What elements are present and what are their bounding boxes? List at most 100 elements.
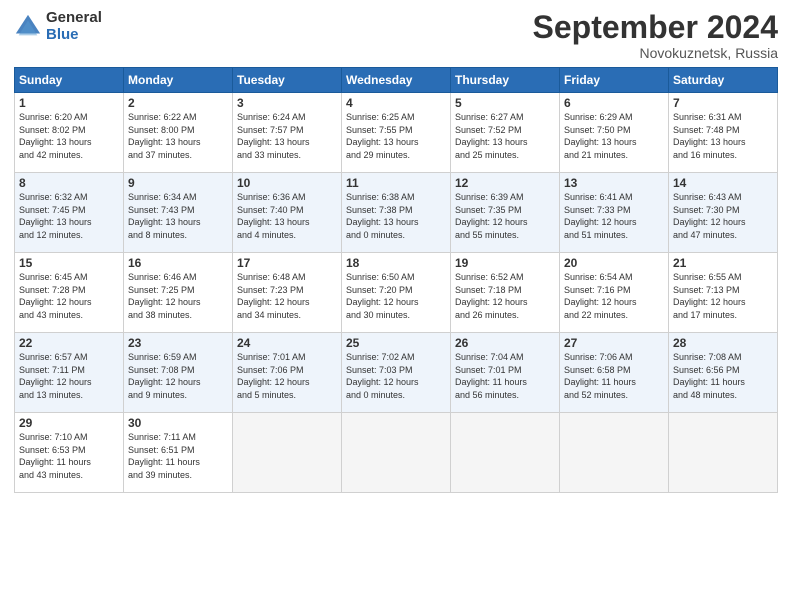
day-number: 20 <box>564 256 664 270</box>
calendar-cell: 26Sunrise: 7:04 AM Sunset: 7:01 PM Dayli… <box>451 333 560 413</box>
day-info: Sunrise: 7:02 AM Sunset: 7:03 PM Dayligh… <box>346 351 446 401</box>
day-info: Sunrise: 6:45 AM Sunset: 7:28 PM Dayligh… <box>19 271 119 321</box>
calendar-cell: 17Sunrise: 6:48 AM Sunset: 7:23 PM Dayli… <box>233 253 342 333</box>
day-number: 2 <box>128 96 228 110</box>
day-info: Sunrise: 6:24 AM Sunset: 7:57 PM Dayligh… <box>237 111 337 161</box>
day-number: 21 <box>673 256 773 270</box>
logo: General Blue <box>14 10 102 43</box>
calendar-cell: 21Sunrise: 6:55 AM Sunset: 7:13 PM Dayli… <box>669 253 778 333</box>
day-info: Sunrise: 6:31 AM Sunset: 7:48 PM Dayligh… <box>673 111 773 161</box>
day-number: 1 <box>19 96 119 110</box>
day-number: 5 <box>455 96 555 110</box>
calendar-week-row: 15Sunrise: 6:45 AM Sunset: 7:28 PM Dayli… <box>15 253 778 333</box>
calendar-cell: 12Sunrise: 6:39 AM Sunset: 7:35 PM Dayli… <box>451 173 560 253</box>
location: Novokuznetsk, Russia <box>533 45 778 61</box>
calendar-cell: 5Sunrise: 6:27 AM Sunset: 7:52 PM Daylig… <box>451 93 560 173</box>
day-info: Sunrise: 6:25 AM Sunset: 7:55 PM Dayligh… <box>346 111 446 161</box>
calendar-cell: 7Sunrise: 6:31 AM Sunset: 7:48 PM Daylig… <box>669 93 778 173</box>
weekday-header-thursday: Thursday <box>451 68 560 93</box>
calendar-cell: 15Sunrise: 6:45 AM Sunset: 7:28 PM Dayli… <box>15 253 124 333</box>
logo-icon <box>14 13 42 41</box>
calendar-week-row: 8Sunrise: 6:32 AM Sunset: 7:45 PM Daylig… <box>15 173 778 253</box>
day-number: 16 <box>128 256 228 270</box>
weekday-header-friday: Friday <box>560 68 669 93</box>
calendar-cell <box>342 413 451 493</box>
calendar-cell: 20Sunrise: 6:54 AM Sunset: 7:16 PM Dayli… <box>560 253 669 333</box>
calendar-cell: 30Sunrise: 7:11 AM Sunset: 6:51 PM Dayli… <box>124 413 233 493</box>
calendar-cell: 22Sunrise: 6:57 AM Sunset: 7:11 PM Dayli… <box>15 333 124 413</box>
calendar-cell: 8Sunrise: 6:32 AM Sunset: 7:45 PM Daylig… <box>15 173 124 253</box>
calendar-cell: 10Sunrise: 6:36 AM Sunset: 7:40 PM Dayli… <box>233 173 342 253</box>
calendar-table: SundayMondayTuesdayWednesdayThursdayFrid… <box>14 67 778 493</box>
day-info: Sunrise: 6:54 AM Sunset: 7:16 PM Dayligh… <box>564 271 664 321</box>
day-number: 19 <box>455 256 555 270</box>
calendar-cell: 23Sunrise: 6:59 AM Sunset: 7:08 PM Dayli… <box>124 333 233 413</box>
calendar-cell: 14Sunrise: 6:43 AM Sunset: 7:30 PM Dayli… <box>669 173 778 253</box>
day-info: Sunrise: 6:32 AM Sunset: 7:45 PM Dayligh… <box>19 191 119 241</box>
calendar-cell: 1Sunrise: 6:20 AM Sunset: 8:02 PM Daylig… <box>15 93 124 173</box>
weekday-header-tuesday: Tuesday <box>233 68 342 93</box>
calendar-cell <box>669 413 778 493</box>
calendar-cell: 24Sunrise: 7:01 AM Sunset: 7:06 PM Dayli… <box>233 333 342 413</box>
logo-blue-text: Blue <box>46 27 102 44</box>
day-number: 11 <box>346 176 446 190</box>
calendar-cell: 2Sunrise: 6:22 AM Sunset: 8:00 PM Daylig… <box>124 93 233 173</box>
day-number: 29 <box>19 416 119 430</box>
day-number: 13 <box>564 176 664 190</box>
calendar-cell: 6Sunrise: 6:29 AM Sunset: 7:50 PM Daylig… <box>560 93 669 173</box>
day-info: Sunrise: 7:01 AM Sunset: 7:06 PM Dayligh… <box>237 351 337 401</box>
calendar-cell: 28Sunrise: 7:08 AM Sunset: 6:56 PM Dayli… <box>669 333 778 413</box>
day-info: Sunrise: 6:36 AM Sunset: 7:40 PM Dayligh… <box>237 191 337 241</box>
day-info: Sunrise: 6:46 AM Sunset: 7:25 PM Dayligh… <box>128 271 228 321</box>
day-number: 23 <box>128 336 228 350</box>
weekday-header-sunday: Sunday <box>15 68 124 93</box>
day-info: Sunrise: 6:52 AM Sunset: 7:18 PM Dayligh… <box>455 271 555 321</box>
calendar-cell: 9Sunrise: 6:34 AM Sunset: 7:43 PM Daylig… <box>124 173 233 253</box>
title-section: September 2024 Novokuznetsk, Russia <box>533 10 778 61</box>
day-number: 8 <box>19 176 119 190</box>
calendar-cell: 4Sunrise: 6:25 AM Sunset: 7:55 PM Daylig… <box>342 93 451 173</box>
day-info: Sunrise: 6:57 AM Sunset: 7:11 PM Dayligh… <box>19 351 119 401</box>
calendar-cell <box>560 413 669 493</box>
day-info: Sunrise: 7:06 AM Sunset: 6:58 PM Dayligh… <box>564 351 664 401</box>
day-info: Sunrise: 6:29 AM Sunset: 7:50 PM Dayligh… <box>564 111 664 161</box>
calendar-cell: 11Sunrise: 6:38 AM Sunset: 7:38 PM Dayli… <box>342 173 451 253</box>
day-info: Sunrise: 7:10 AM Sunset: 6:53 PM Dayligh… <box>19 431 119 481</box>
calendar-week-row: 1Sunrise: 6:20 AM Sunset: 8:02 PM Daylig… <box>15 93 778 173</box>
day-number: 10 <box>237 176 337 190</box>
header: General Blue September 2024 Novokuznetsk… <box>14 10 778 61</box>
day-number: 15 <box>19 256 119 270</box>
calendar-cell: 18Sunrise: 6:50 AM Sunset: 7:20 PM Dayli… <box>342 253 451 333</box>
day-info: Sunrise: 6:20 AM Sunset: 8:02 PM Dayligh… <box>19 111 119 161</box>
calendar-cell: 29Sunrise: 7:10 AM Sunset: 6:53 PM Dayli… <box>15 413 124 493</box>
calendar-week-row: 22Sunrise: 6:57 AM Sunset: 7:11 PM Dayli… <box>15 333 778 413</box>
day-info: Sunrise: 6:27 AM Sunset: 7:52 PM Dayligh… <box>455 111 555 161</box>
day-number: 30 <box>128 416 228 430</box>
calendar-cell <box>451 413 560 493</box>
day-info: Sunrise: 6:34 AM Sunset: 7:43 PM Dayligh… <box>128 191 228 241</box>
day-number: 7 <box>673 96 773 110</box>
weekday-header-saturday: Saturday <box>669 68 778 93</box>
day-info: Sunrise: 6:43 AM Sunset: 7:30 PM Dayligh… <box>673 191 773 241</box>
day-number: 27 <box>564 336 664 350</box>
calendar-week-row: 29Sunrise: 7:10 AM Sunset: 6:53 PM Dayli… <box>15 413 778 493</box>
day-info: Sunrise: 7:11 AM Sunset: 6:51 PM Dayligh… <box>128 431 228 481</box>
day-number: 18 <box>346 256 446 270</box>
day-number: 3 <box>237 96 337 110</box>
day-number: 17 <box>237 256 337 270</box>
day-number: 14 <box>673 176 773 190</box>
weekday-header-row: SundayMondayTuesdayWednesdayThursdayFrid… <box>15 68 778 93</box>
calendar-cell: 3Sunrise: 6:24 AM Sunset: 7:57 PM Daylig… <box>233 93 342 173</box>
day-info: Sunrise: 6:50 AM Sunset: 7:20 PM Dayligh… <box>346 271 446 321</box>
weekday-header-monday: Monday <box>124 68 233 93</box>
day-number: 26 <box>455 336 555 350</box>
day-number: 9 <box>128 176 228 190</box>
page-container: General Blue September 2024 Novokuznetsk… <box>0 0 792 501</box>
day-info: Sunrise: 6:48 AM Sunset: 7:23 PM Dayligh… <box>237 271 337 321</box>
month-title: September 2024 <box>533 10 778 45</box>
calendar-cell: 25Sunrise: 7:02 AM Sunset: 7:03 PM Dayli… <box>342 333 451 413</box>
logo-general-text: General <box>46 10 102 27</box>
day-number: 28 <box>673 336 773 350</box>
calendar-cell: 16Sunrise: 6:46 AM Sunset: 7:25 PM Dayli… <box>124 253 233 333</box>
day-info: Sunrise: 6:38 AM Sunset: 7:38 PM Dayligh… <box>346 191 446 241</box>
